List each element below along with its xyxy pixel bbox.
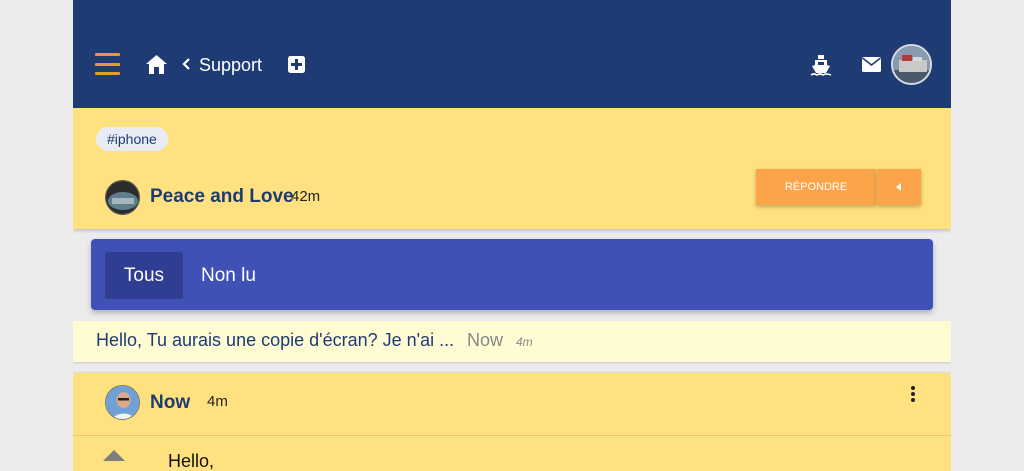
breadcrumb-current[interactable]: Support: [199, 54, 262, 76]
message-preview-row[interactable]: Hello, Tu aurais une copie d'écran? Je n…: [73, 321, 951, 362]
divider: [73, 435, 951, 436]
envelope-icon[interactable]: [862, 57, 881, 72]
ship-icon[interactable]: [810, 54, 832, 76]
author-avatar[interactable]: [105, 180, 140, 215]
hashtag-chip[interactable]: #iphone: [96, 127, 168, 151]
plus-square-icon[interactable]: [288, 56, 305, 73]
message-preview-text: Hello, Tu aurais une copie d'écran? Je n…: [96, 330, 455, 350]
top-app-bar: Support: [73, 0, 951, 108]
chevron-left-icon[interactable]: [182, 58, 190, 70]
upvote-icon[interactable]: [103, 450, 125, 461]
tab-unread[interactable]: Non lu: [201, 252, 256, 299]
message-preview-author: Now: [467, 330, 504, 350]
reply-options-button[interactable]: [877, 169, 921, 205]
post-time: 42m: [291, 188, 321, 205]
more-options-icon[interactable]: [907, 386, 919, 406]
reply-button[interactable]: RÉPONDRE: [756, 169, 876, 205]
post-author-name[interactable]: Now: [150, 391, 190, 415]
post-author-avatar[interactable]: [105, 385, 140, 420]
message-preview-time: 4m: [516, 335, 533, 349]
author-name[interactable]: Peace and Love: [150, 185, 294, 209]
user-avatar[interactable]: [891, 44, 932, 85]
menu-icon[interactable]: [95, 53, 120, 75]
caret-left-icon: [896, 183, 901, 191]
post-body-text: Hello,: [168, 451, 215, 471]
thread-header: #iphone Peace and Love 42m RÉPONDRE: [73, 108, 951, 229]
home-icon[interactable]: [146, 55, 167, 74]
post-time: 4m: [207, 393, 228, 410]
app-frame: Support #iphone Peace and Love 42m RÉPON…: [73, 0, 951, 471]
post-card: Now 4m Hello,: [73, 373, 951, 471]
tab-all[interactable]: Tous: [105, 252, 183, 299]
filter-tab-bar: Tous Non lu: [91, 239, 933, 310]
